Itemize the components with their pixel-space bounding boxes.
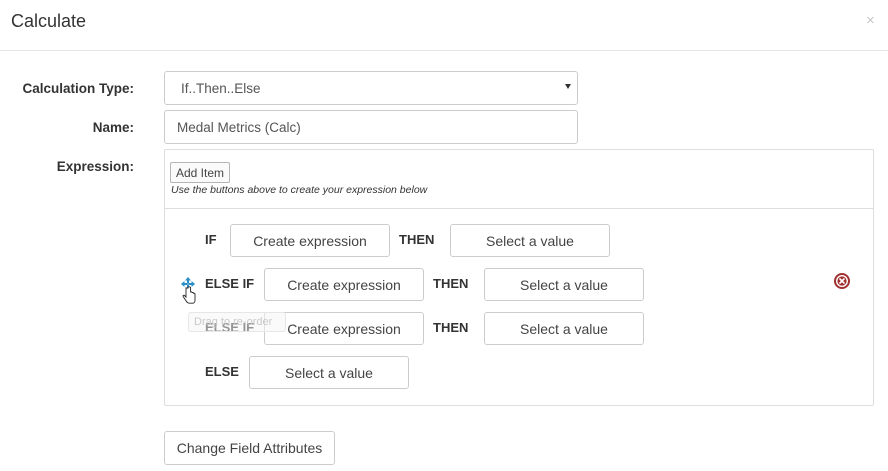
dialog-title: Calculate: [11, 11, 87, 31]
select-value-button[interactable]: Select a value: [249, 356, 409, 389]
else-keyword: ELSE: [205, 364, 239, 379]
remove-circle-icon[interactable]: [834, 273, 850, 289]
if-keyword: IF: [205, 232, 217, 247]
name-value: Medal Metrics (Calc): [177, 119, 301, 135]
chevron-down-icon: [565, 84, 571, 89]
change-field-attributes-button[interactable]: Change Field Attributes: [164, 431, 335, 465]
calc-type-label: Calculation Type:: [22, 81, 134, 96]
calc-type-select[interactable]: If..Then..Else: [164, 71, 578, 105]
expression-label: Expression:: [56, 159, 134, 174]
name-input[interactable]: Medal Metrics (Calc): [164, 110, 578, 144]
add-item-button[interactable]: Add Item: [170, 162, 231, 183]
then-keyword: THEN: [433, 276, 469, 291]
close-icon[interactable]: ×: [866, 12, 875, 29]
expression-hint: Use the buttons above to create your exp…: [171, 184, 428, 196]
panel-divider: [165, 208, 873, 209]
select-value-button[interactable]: Select a value: [450, 224, 610, 257]
name-label: Name:: [92, 120, 134, 135]
else-if-keyword: ELSE IF: [205, 276, 255, 291]
select-value-button[interactable]: Select a value: [484, 312, 644, 345]
drag-tooltip: Drag to re-order: [188, 312, 286, 332]
then-keyword: THEN: [399, 232, 435, 247]
create-expression-button[interactable]: Create expression: [264, 268, 424, 301]
then-keyword: THEN: [433, 320, 469, 335]
move-icon[interactable]: [179, 276, 197, 306]
create-expression-button[interactable]: Create expression: [264, 312, 424, 345]
select-value-button[interactable]: Select a value: [484, 268, 644, 301]
header-divider: [0, 50, 888, 51]
calc-type-value: If..Then..Else: [181, 80, 261, 96]
create-expression-button[interactable]: Create expression: [230, 224, 390, 257]
